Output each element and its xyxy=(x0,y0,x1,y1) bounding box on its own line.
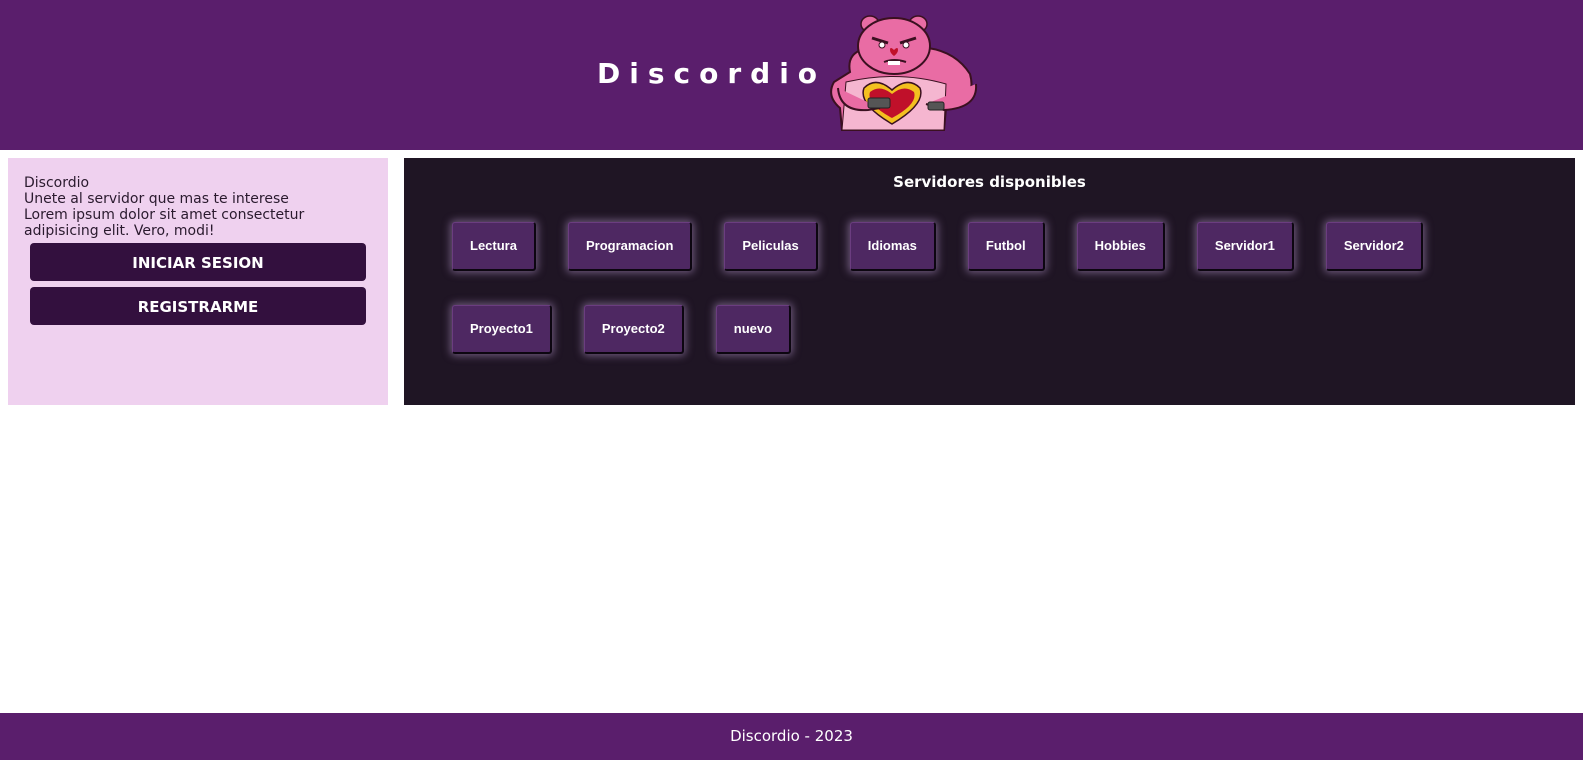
footer-text: Discordio - 2023 xyxy=(730,727,853,745)
servers-title: Servidores disponibles xyxy=(893,173,1086,191)
server-button-proyecto2[interactable]: Proyecto2 xyxy=(583,305,684,354)
site-footer: Discordio - 2023 xyxy=(0,713,1583,760)
site-header: Discordio xyxy=(0,0,1583,150)
server-button-hobbies[interactable]: Hobbies xyxy=(1076,222,1165,271)
login-button[interactable]: INICIAR SESION xyxy=(30,243,366,281)
sidebar-line: Discordio xyxy=(24,175,90,191)
servers-panel: Servidores disponibles Lectura Programac… xyxy=(404,158,1575,405)
server-button-proyecto1[interactable]: Proyecto1 xyxy=(452,305,552,354)
sidebar: Discordio Unete al servidor que mas te i… xyxy=(8,158,388,405)
sidebar-description: Discordio Unete al servidor que mas te i… xyxy=(24,175,374,239)
server-button-nuevo[interactable]: nuevo xyxy=(715,305,792,354)
server-button-lectura[interactable]: Lectura xyxy=(452,222,536,271)
server-button-servidor1[interactable]: Servidor1 xyxy=(1196,222,1294,271)
angry-pink-bear-icon xyxy=(830,15,978,131)
server-button-idiomas[interactable]: Idiomas xyxy=(849,222,936,271)
register-button[interactable]: REGISTRARME xyxy=(30,287,366,325)
sidebar-line: Unete al servidor que mas te interese xyxy=(24,191,289,207)
server-button-programacion[interactable]: Programacion xyxy=(567,222,693,271)
server-button-servidor2[interactable]: Servidor2 xyxy=(1325,222,1423,271)
sidebar-line: adipisicing elit. Vero, modi! xyxy=(24,223,215,239)
server-button-peliculas[interactable]: Peliculas xyxy=(724,222,818,271)
brand-title: Discordio xyxy=(597,57,827,90)
server-list: Lectura Programacion Peliculas Idiomas F… xyxy=(452,222,1552,354)
sidebar-line: Lorem ipsum dolor sit amet consectetur xyxy=(24,207,305,223)
server-button-futbol[interactable]: Futbol xyxy=(967,222,1045,271)
